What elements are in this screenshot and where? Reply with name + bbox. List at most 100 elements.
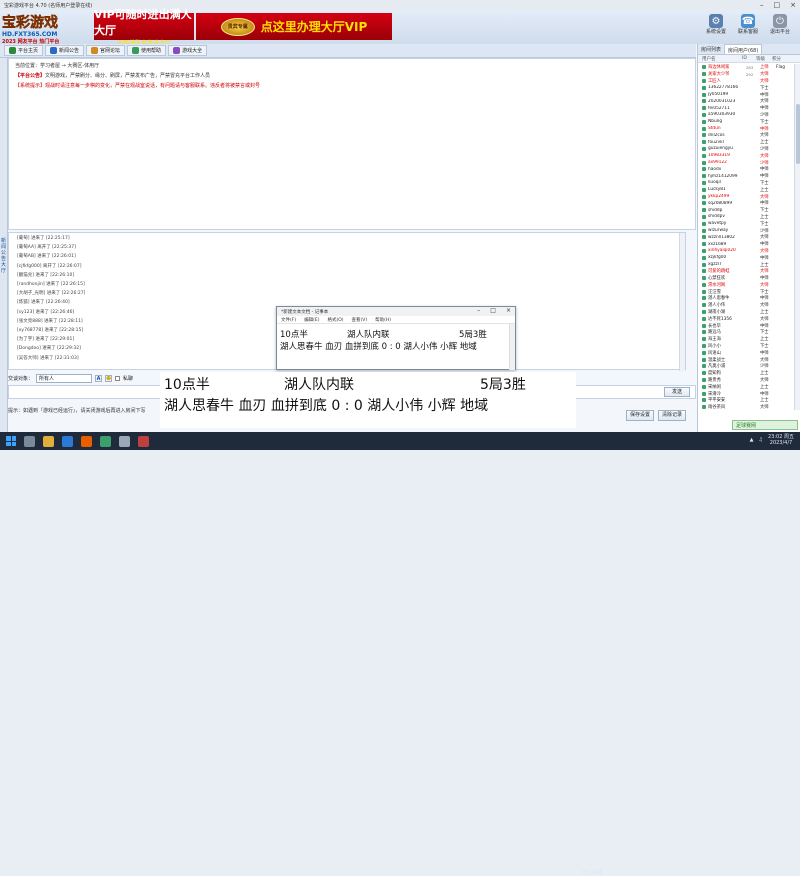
vip-banner-left[interactable]: VIP可随时进出满人大厅 不用排队直接进大厅	[94, 8, 194, 47]
user-row[interactable]: shiddp 下士	[698, 207, 794, 214]
notepad-close-icon[interactable]: ×	[506, 307, 511, 314]
user-row[interactable]: 工匠人 大师	[698, 78, 794, 85]
weather-widget[interactable]: 8℃ 晴朗	[582, 869, 602, 876]
user-row[interactable]: xxz1689 中师	[698, 241, 794, 248]
user-row[interactable]: 汪汪雪 下士	[698, 288, 794, 295]
user-row[interactable]: 路贵秀 大师	[698, 377, 794, 384]
chat-scrollbar[interactable]	[679, 233, 685, 371]
network-icon[interactable]: ▲	[750, 437, 754, 443]
user-row[interactable]: 2020031023 大师	[698, 98, 794, 105]
toolbar-tab-2[interactable]: 官网论坛	[86, 45, 126, 56]
user-row[interactable]: ax99122 少师	[698, 159, 794, 166]
user-row[interactable]: 风小小 下士	[698, 343, 794, 350]
user-list-scrollbar[interactable]	[794, 64, 800, 410]
user-row[interactable]: 湛人小伟 大师	[698, 302, 794, 309]
user-row[interactable]: guzuiengyu 少师	[698, 146, 794, 153]
toolbar-tab-3[interactable]: 使用帮助	[127, 45, 167, 56]
user-row[interactable]: xinhyaiqi020 大师	[698, 248, 794, 255]
media-app-icon[interactable]	[138, 435, 149, 447]
user-row[interactable]: haodii 中师	[698, 166, 794, 173]
scroll-thumb[interactable]	[796, 104, 800, 164]
notepad-menu-item[interactable]: 查看(V)	[352, 317, 368, 323]
col-score[interactable]: 积分	[772, 56, 790, 62]
clear-log-button[interactable]: 清除记录	[658, 410, 686, 421]
col-username[interactable]: 用户名	[702, 56, 742, 62]
user-row[interactable]: 可爱的跳蛙 大师	[698, 268, 794, 275]
clock[interactable]: 23:02 周五 2023/4/7	[768, 434, 794, 446]
close-icon[interactable]: ×	[790, 1, 796, 9]
save-settings-button[interactable]: 保存设置	[626, 410, 654, 421]
user-row[interactable]: 10983319 大师	[698, 152, 794, 159]
side-strip[interactable]: 新闻公告大厅	[0, 58, 8, 432]
user-row[interactable]: 湛人思春牛 中师	[698, 295, 794, 302]
user-row[interactable]: 宋滑冷 中师	[698, 390, 794, 397]
header-button-0[interactable]: ⚙ 系统设置	[706, 14, 726, 35]
notepad-menu-item[interactable]: 格式(O)	[327, 317, 343, 323]
font-icon[interactable]: A	[95, 374, 103, 382]
user-row[interactable]: 湖南小湖 上士	[698, 309, 794, 316]
user-row[interactable]: dnl2cos 大师	[698, 132, 794, 139]
user-row[interactable]: wlzurway 少师	[698, 227, 794, 234]
windows-start-icon[interactable]	[6, 436, 16, 446]
chat-app-icon[interactable]	[100, 435, 111, 447]
notepad-minimize-icon[interactable]: –	[477, 307, 480, 314]
notepad-menu-item[interactable]: 帮助(H)	[375, 317, 391, 323]
user-row[interactable]: sq2080899 中师	[698, 200, 794, 207]
user-row[interactable]: xzjkfg00 中师	[698, 254, 794, 261]
user-row[interactable]: 宋纳闲 上士	[698, 383, 794, 390]
user-row[interactable]: 海边休闲家 283 上师 Flag	[698, 64, 794, 71]
toolbar-tab-4[interactable]: 游戏大全	[168, 45, 208, 56]
send-button[interactable]: 发送	[664, 387, 690, 397]
user-row[interactable]: 13622778166 下士	[698, 84, 794, 91]
toolbar-tab-1[interactable]: 新闻公告	[45, 45, 85, 56]
search-icon[interactable]	[24, 435, 35, 447]
user-row[interactable]: Lucky81 上士	[698, 186, 794, 193]
user-row[interactable]: Nbung 下士	[698, 118, 794, 125]
user-row[interactable]: 度知狗 上士	[698, 370, 794, 377]
header-button-1[interactable]: ☎ 联系客服	[738, 14, 758, 35]
user-row[interactable]: 温柔战士 大师	[698, 356, 794, 363]
user-row[interactable]: hjmz1412099 中师	[698, 173, 794, 180]
user-row[interactable]: 长也毕 中师	[698, 322, 794, 329]
minimize-icon[interactable]: –	[760, 1, 764, 9]
user-row[interactable]: 雨谷茶风 大师	[698, 404, 794, 410]
col-level[interactable]: 等级	[756, 56, 772, 62]
notepad-app-icon[interactable]	[119, 435, 130, 447]
ad-badge[interactable]: 足球赛网	[732, 420, 798, 430]
user-row[interactable]: ykkp2499 大师	[698, 193, 794, 200]
user-row[interactable]: 关家大少爷 292 大师	[698, 71, 794, 78]
col-id[interactable]: ID	[742, 56, 756, 61]
notepad-scrollbar[interactable]	[509, 324, 515, 370]
notepad-maximize-icon[interactable]: □	[490, 307, 496, 314]
user-row[interactable]: 海王海 上士	[698, 336, 794, 343]
user-row[interactable]: fou2vkl 上士	[698, 139, 794, 146]
user-row[interactable]: 风语山 中师	[698, 349, 794, 356]
user-row[interactable]: 凡奥小浦 少师	[698, 363, 794, 370]
toolbar-tab-0[interactable]: 平台主页	[4, 45, 44, 56]
user-row[interactable]: 达不死1356 大师	[698, 315, 794, 322]
user-row[interactable]: wzznll13802 大师	[698, 234, 794, 241]
tab-room-list[interactable]: 房间列表	[698, 44, 724, 54]
browser-icon[interactable]	[62, 435, 73, 447]
notepad-menu-item[interactable]: 编辑(E)	[304, 317, 319, 323]
user-row[interactable]: 心禁狂欢 中师	[698, 275, 794, 282]
user-row[interactable]: shiddpv 上士	[698, 214, 794, 221]
user-row[interactable]: Stdun 中师	[698, 125, 794, 132]
user-row[interactable]: fei052711 中师	[698, 105, 794, 112]
volume-icon[interactable]: ♫	[759, 437, 763, 443]
notepad-menu-item[interactable]: 文件(F)	[281, 317, 296, 323]
private-checkbox[interactable]	[115, 375, 121, 381]
user-row[interactable]: wavetpy 下士	[698, 220, 794, 227]
game-app-icon[interactable]	[81, 435, 92, 447]
user-row[interactable]: 平平安安 上士	[698, 397, 794, 404]
user-row[interactable]: jy050199 中师	[698, 91, 794, 98]
talk-target-select[interactable]: 所有人	[36, 373, 93, 383]
notepad-text-area[interactable]: 10点半 湖人队内联 5局3胜 湖人思春牛 血刃 血拼到底 0 : 0 湖人小伟…	[277, 324, 515, 370]
emoji-icon[interactable]: ☻	[105, 374, 113, 382]
maximize-icon[interactable]: □	[774, 1, 781, 9]
header-button-2[interactable]: ⏻ 退出平台	[770, 14, 790, 35]
user-row[interactable]: xgzzl7 上士	[698, 261, 794, 268]
folder-icon[interactable]	[43, 435, 54, 447]
vip-banner-right[interactable]: 贵宾专属 点这里办理大厅VIP	[196, 13, 392, 40]
user-row[interactable]: lluoqil 下士	[698, 180, 794, 187]
